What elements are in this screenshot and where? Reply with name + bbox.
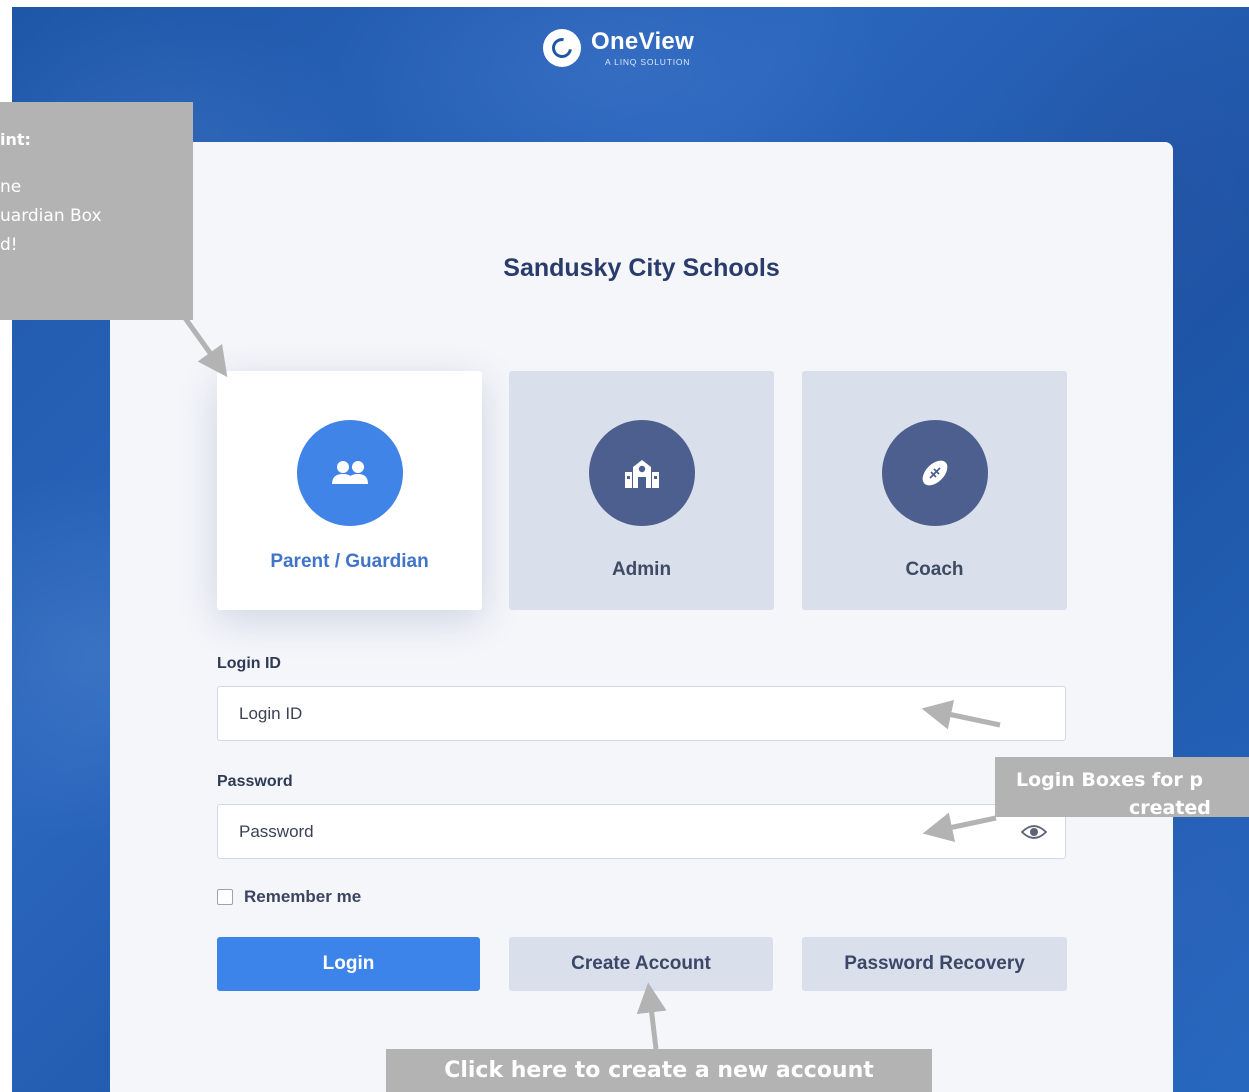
login-button[interactable]: Login [217,937,480,991]
hint-line: ne [0,177,22,197]
role-card-coach[interactable]: Coach [802,371,1067,610]
logo-subtitle: A LINQ SOLUTION [605,56,691,67]
football-icon [922,460,947,486]
password-input[interactable] [217,804,1066,859]
oneview-logo: OneView A LINQ SOLUTION [543,24,694,72]
remember-me-checkbox[interactable] [217,889,233,905]
remember-me-label: Remember me [244,887,362,906]
school-title: Sandusky City Schools [503,254,780,282]
hint-title: int: [0,130,31,149]
create-account-callout-text: Click here to create a new account [444,1058,874,1083]
login-id-input[interactable] [217,686,1066,741]
create-account-button[interactable]: Create Account [509,937,773,991]
role-label: Coach [905,559,964,580]
hint-callout: int: ne uardian Box d! [0,102,193,320]
eye-icon[interactable] [1021,823,1047,841]
login-boxes-callout: Login Boxes for p created [995,757,1249,819]
role-card-admin[interactable]: Admin [509,371,774,610]
school-building-icon [624,460,659,488]
logo-name: OneView [591,27,695,55]
hint-line: uardian Box [0,206,102,226]
login-boxes-callout-line: created [1129,797,1211,819]
role-card-parent-guardian[interactable]: Parent / Guardian [217,371,482,610]
hint-line: d! [0,235,18,255]
users-icon [331,461,368,484]
role-icon-circle [296,420,403,526]
login-id-label: Login ID [217,655,281,672]
remember-me[interactable]: Remember me [217,887,361,907]
role-label: Parent / Guardian [270,551,429,572]
create-account-callout: Click here to create a new account [386,1049,932,1092]
role-label: Admin [611,559,672,580]
oneview-logo-mark-icon [543,29,581,67]
role-icon-circle [881,420,988,526]
password-label: Password [217,773,293,790]
password-recovery-button[interactable]: Password Recovery [802,937,1067,991]
role-icon-circle [588,420,695,526]
login-boxes-callout-line: Login Boxes for p [1016,769,1203,791]
